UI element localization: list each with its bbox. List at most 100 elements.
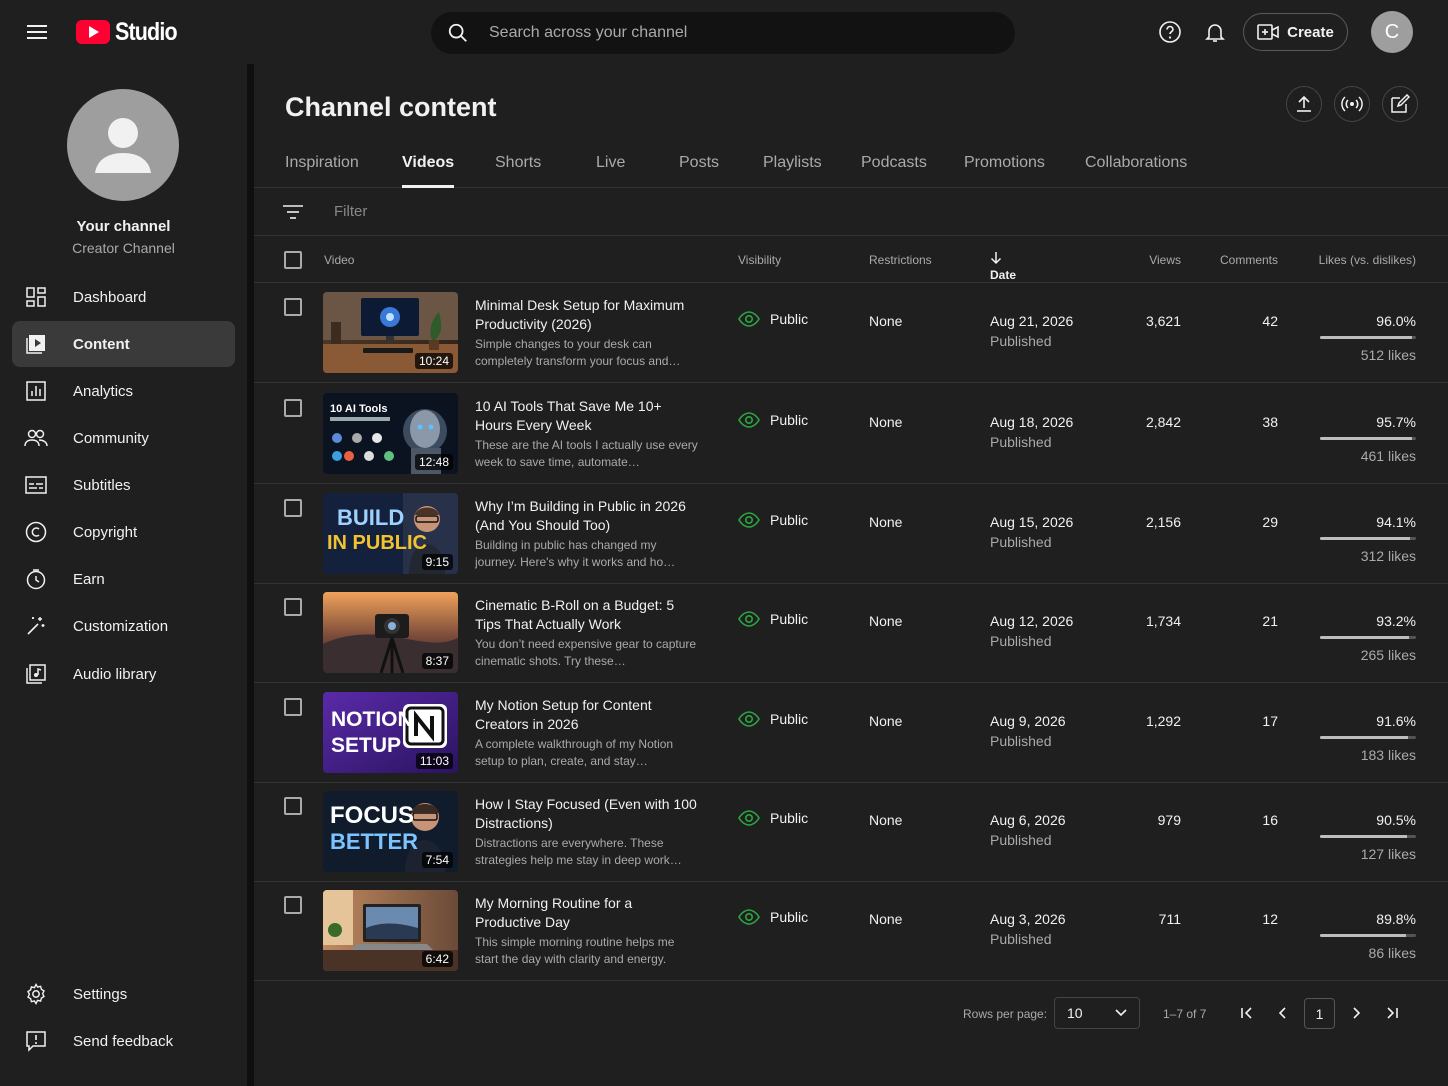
sidebar-item-send-feedback[interactable]: Send feedback [12,1018,235,1064]
sidebar-item-analytics[interactable]: Analytics [12,368,235,414]
sidebar-item-content[interactable]: Content [12,321,235,367]
publish-status: Published [990,333,1052,349]
video-thumbnail[interactable]: 10:24 [323,292,458,373]
menu-icon[interactable] [18,14,58,50]
tab-shorts[interactable]: Shorts [495,154,541,172]
video-description: This simple morning routine helps me sta… [475,935,675,966]
prev-page-button[interactable] [1268,998,1298,1028]
sidebar-item-dashboard[interactable]: Dashboard [12,274,235,320]
studio-logo[interactable]: Studio [76,17,187,47]
search-bar[interactable] [431,12,1015,54]
sidebar-item-subtitles[interactable]: Subtitles [12,462,235,508]
column-visibility[interactable]: Visibility [738,253,781,267]
comments-cell[interactable]: 17 [1262,713,1278,729]
select-all-checkbox[interactable] [284,251,302,269]
create-post-button[interactable] [1382,86,1418,122]
notifications-icon[interactable] [1197,14,1233,50]
tab-playlists[interactable]: Playlists [763,154,822,172]
video-title[interactable]: Why I’m Building in Public in 2026 (And … [475,497,700,535]
table-row[interactable]: BUILD IN PUBLIC 9:15 Why I’m Building in … [254,484,1448,584]
row-checkbox[interactable] [284,698,302,716]
channel-name[interactable]: Your channel [0,218,247,235]
visibility-label: Public [770,711,809,727]
visibility-cell[interactable]: Public [738,810,808,826]
row-checkbox[interactable] [284,896,302,914]
help-icon[interactable] [1152,14,1188,50]
column-views[interactable]: Views [1149,253,1181,267]
video-title[interactable]: Minimal Desk Setup for Maximum Productiv… [475,296,700,334]
video-title[interactable]: Cinematic B-Roll on a Budget: 5 Tips Tha… [475,596,700,634]
eye-icon [738,810,760,826]
video-title[interactable]: 10 AI Tools That Save Me 10+ Hours Every… [475,397,700,435]
comments-cell[interactable]: 29 [1262,514,1278,530]
tab-inspiration[interactable]: Inspiration [285,154,359,172]
row-checkbox[interactable] [284,298,302,316]
column-likes[interactable]: Likes (vs. dislikes) [1319,253,1416,267]
row-checkbox[interactable] [284,499,302,517]
first-page-button[interactable] [1232,998,1262,1028]
visibility-cell[interactable]: Public [738,909,808,925]
sidebar-item-audio-library[interactable]: Audio library [12,651,235,697]
visibility-cell[interactable]: Public [738,611,808,627]
content-tabs: Inspiration Videos Shorts Live Posts Pla… [254,144,1448,188]
video-title[interactable]: My Morning Routine for a Productive Day [475,894,700,932]
likes-count: 86 likes [1368,945,1416,961]
tab-podcasts[interactable]: Podcasts [861,154,927,172]
table-row[interactable]: 8:37 Cinematic B-Roll on a Budget: 5 Tip… [254,583,1448,683]
visibility-cell[interactable]: Public [738,512,808,528]
comments-cell[interactable]: 38 [1262,414,1278,430]
comments-cell[interactable]: 16 [1262,812,1278,828]
video-thumbnail[interactable]: 6:42 [323,890,458,971]
video-thumbnail[interactable]: BUILD IN PUBLIC 9:15 [323,493,458,574]
tab-collaborations[interactable]: Collaborations [1085,154,1187,172]
tab-videos[interactable]: Videos [402,154,454,172]
sidebar-item-customization[interactable]: Customization [12,603,235,649]
rows-per-page-select[interactable]: 10 [1054,997,1140,1029]
video-title[interactable]: How I Stay Focused (Even with 100 Distra… [475,795,700,833]
column-date[interactable]: Date [990,251,1016,282]
tab-posts[interactable]: Posts [679,154,719,172]
row-checkbox[interactable] [284,399,302,417]
table-row[interactable]: 10:24 Minimal Desk Setup for Maximum Pro… [254,283,1448,383]
views-cell: 711 [1158,911,1181,927]
video-thumbnail[interactable]: FOCUS BETTER 7:54 [323,791,458,872]
views-cell: 1,292 [1145,713,1181,729]
account-avatar[interactable]: C [1371,11,1413,53]
create-button[interactable]: Create [1243,13,1348,51]
current-page[interactable]: 1 [1304,998,1335,1029]
video-title[interactable]: My Notion Setup for Content Creators in … [475,696,700,734]
sidebar-item-copyright[interactable]: Copyright [12,509,235,555]
table-row[interactable]: FOCUS BETTER 7:54 How I Stay Focused (Eve… [254,782,1448,882]
likes-count: 312 likes [1360,548,1416,564]
table-row[interactable]: NOTION SETUP 11:03 My Notion Setup for Co… [254,683,1448,783]
visibility-cell[interactable]: Public [738,311,808,327]
comments-cell[interactable]: 42 [1262,313,1278,329]
video-thumbnail[interactable]: NOTION SETUP 11:03 [323,692,458,773]
video-thumbnail[interactable]: 8:37 [323,592,458,673]
table-row[interactable]: 6:42 My Morning Routine for a Productive… [254,881,1448,981]
video-thumbnail[interactable]: 10 AI Tools 12:48 [323,393,458,474]
comments-cell[interactable]: 21 [1262,613,1278,629]
column-restrictions[interactable]: Restrictions [869,253,932,267]
table-row[interactable]: 10 AI Tools 12:48 10 AI Tools That Save … [254,384,1448,484]
sidebar-item-community[interactable]: Community [12,415,235,461]
tab-promotions[interactable]: Promotions [964,154,1045,172]
next-page-button[interactable] [1341,998,1371,1028]
row-checkbox[interactable] [284,797,302,815]
visibility-cell[interactable]: Public [738,711,808,727]
likes-percentage: 90.5% [1376,812,1416,828]
search-input[interactable] [489,24,969,42]
comments-cell[interactable]: 12 [1262,911,1278,927]
upload-button[interactable] [1286,86,1322,122]
row-checkbox[interactable] [284,598,302,616]
go-live-button[interactable] [1334,86,1370,122]
tab-live[interactable]: Live [596,154,625,172]
sidebar-item-earn[interactable]: Earn [12,556,235,602]
last-page-button[interactable] [1377,998,1407,1028]
sidebar-item-settings[interactable]: Settings [12,971,235,1017]
filter-input[interactable] [334,203,734,220]
channel-avatar[interactable] [67,89,179,201]
column-comments[interactable]: Comments [1220,253,1278,267]
filter-icon[interactable] [282,204,304,220]
visibility-cell[interactable]: Public [738,412,808,428]
